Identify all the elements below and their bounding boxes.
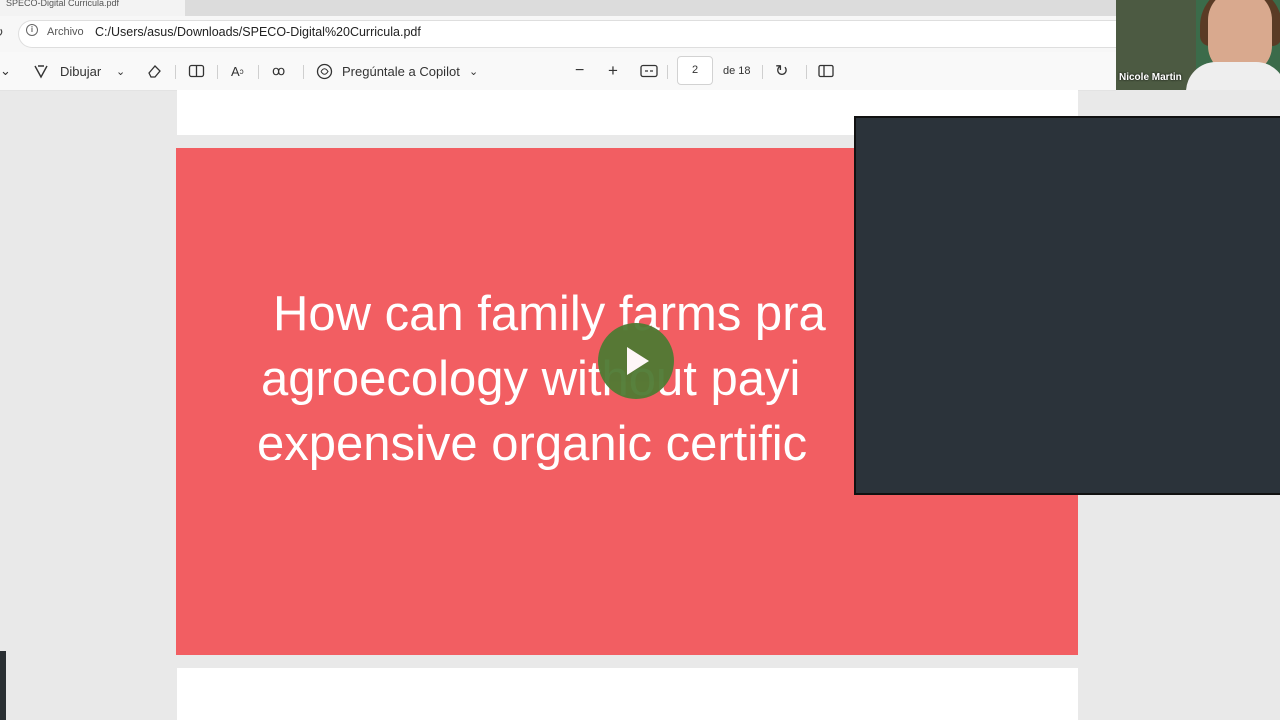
tab-title: SPECO-Digital Curricula.pdf: [6, 0, 120, 8]
participant-video[interactable]: Nicole Martin: [1116, 0, 1280, 90]
toolbar-divider: [762, 65, 763, 79]
next-page: [177, 668, 1078, 720]
reload-icon[interactable]: ↻: [0, 24, 4, 41]
toolbar-divider: [303, 65, 304, 79]
play-icon: [627, 347, 649, 375]
toolbar-divider: [667, 65, 668, 79]
eraser-icon[interactable]: [146, 52, 162, 90]
pdf-toolbar: ⌄ Dibujar ⌄ Aↄ ꝏ Pregúntale a Copilot ⌄ …: [0, 52, 1116, 91]
zoom-out-icon[interactable]: −: [575, 52, 584, 90]
tab-strip: SPECO-Digital Curricula.pdf: [0, 0, 1116, 16]
participant-shirt: [1186, 62, 1280, 90]
read-aloud-icon[interactable]: Aↄ: [231, 52, 244, 90]
pdf-tab[interactable]: SPECO-Digital Curricula.pdf: [0, 0, 185, 16]
toolbar-divider: [217, 65, 218, 79]
fit-page-icon[interactable]: [640, 52, 658, 90]
view-icon[interactable]: [188, 52, 205, 90]
draw-button[interactable]: Dibujar: [60, 52, 101, 90]
copilot-chevron-icon[interactable]: ⌄: [469, 52, 478, 90]
site-info-icon[interactable]: i: [26, 24, 38, 36]
copilot-button[interactable]: Pregúntale a Copilot: [342, 52, 460, 90]
screen-share-overlay: [854, 116, 1280, 495]
translate-icon[interactable]: ꝏ: [272, 52, 285, 90]
toolbar-divider: [806, 65, 807, 79]
participant-name: Nicole Martin: [1119, 72, 1182, 83]
toolbar-divider: [258, 65, 259, 79]
page-layout-icon[interactable]: [818, 52, 834, 90]
window-edge: [0, 651, 6, 720]
page-number-input[interactable]: 2: [677, 56, 713, 85]
draw-options-chevron-icon[interactable]: ⌄: [116, 52, 125, 90]
page-total: de 18: [723, 65, 751, 77]
url-text[interactable]: C:/Users/asus/Downloads/SPECO-Digital%20…: [95, 25, 421, 39]
rotate-icon[interactable]: ↻: [775, 52, 788, 90]
copilot-icon[interactable]: [316, 52, 333, 90]
toolbar-divider: [175, 65, 176, 79]
draw-icon[interactable]: [33, 52, 49, 90]
chevron-down-icon[interactable]: ⌄: [0, 52, 11, 90]
scheme-label: Archivo: [47, 26, 84, 38]
zoom-in-icon[interactable]: +: [608, 52, 618, 90]
play-button[interactable]: [598, 323, 674, 399]
